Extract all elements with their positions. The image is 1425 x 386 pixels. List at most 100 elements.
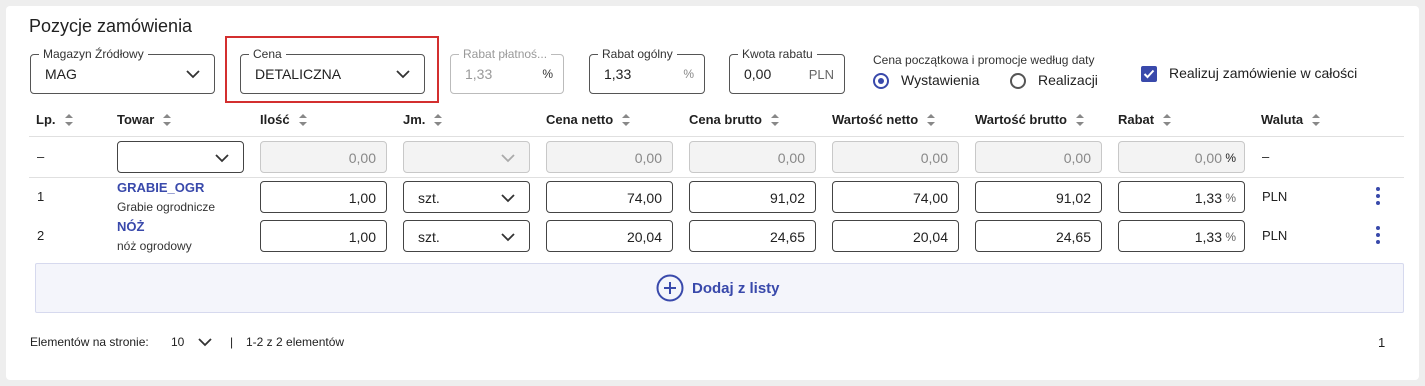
- net-price-input[interactable]: 74,00: [546, 181, 673, 213]
- row-lp: 1: [37, 189, 45, 204]
- product-name: nóż ogrodowy: [117, 239, 192, 253]
- date-group-label: Cena początkowa i promocje według daty: [873, 53, 1095, 67]
- realize-all-checkbox[interactable]: [1141, 66, 1157, 82]
- chevron-down-icon: [501, 194, 515, 203]
- discount-amount-field[interactable]: Kwota rabatu 0,00 PLN: [729, 47, 845, 94]
- net-value-input[interactable]: 74,00: [832, 181, 959, 213]
- new-discount-value: 0,00: [1194, 150, 1222, 166]
- col-header-rabat[interactable]: Rabat: [1118, 112, 1172, 127]
- col-header-label: Towar: [117, 112, 155, 127]
- discount-value: 1,33: [1194, 229, 1222, 245]
- currency: PLN: [1262, 189, 1288, 204]
- new-gross-price-input: 0,00: [689, 141, 816, 173]
- net-value-value: 74,00: [912, 190, 948, 206]
- add-from-list-label: Dodaj z listy: [692, 279, 780, 297]
- radio-realizacji[interactable]: [1010, 73, 1026, 89]
- col-header-towar[interactable]: Towar: [117, 112, 172, 127]
- net-price-value: 20,04: [626, 229, 662, 245]
- gross-value-input[interactable]: 24,65: [975, 220, 1102, 252]
- product-name: Grabie ogrodnicze: [117, 200, 216, 214]
- per-page-value: 10: [171, 335, 185, 349]
- product-select[interactable]: [117, 141, 244, 173]
- new-gross-value-value: 0,00: [1063, 150, 1091, 166]
- price-select[interactable]: Cena DETALICZNA: [240, 47, 425, 94]
- net-price-input[interactable]: 20,04: [546, 220, 673, 252]
- sort-icon: [434, 113, 443, 126]
- col-header-jm[interactable]: Jm.: [403, 112, 443, 127]
- price-label: Cena: [249, 47, 286, 61]
- col-header-cena-brutto[interactable]: Cena brutto: [689, 112, 780, 127]
- row-lp: 2: [37, 228, 45, 243]
- new-discount-suffix: %: [1225, 151, 1236, 165]
- new-gross-value-input: 0,00: [975, 141, 1102, 173]
- discount-amount-suffix: PLN: [808, 67, 834, 82]
- gross-value-value: 24,65: [1055, 229, 1091, 245]
- col-header-label: Cena netto: [546, 112, 614, 127]
- new-net-price-value: 0,00: [634, 150, 662, 166]
- divider: [29, 177, 1404, 178]
- sort-icon: [1163, 113, 1172, 126]
- radio-wystawienia[interactable]: [873, 73, 889, 89]
- order-items-card: Pozycje zamówienia Magazyn Źródłowy MAG …: [6, 6, 1419, 380]
- price-value: DETALICZNA: [255, 66, 342, 82]
- chevron-down-icon: [501, 233, 515, 242]
- sort-icon: [1075, 113, 1084, 126]
- sort-icon: [1312, 113, 1321, 126]
- radio-wystawienia-label: Wystawienia: [901, 72, 980, 88]
- discount-input[interactable]: 1,33%: [1118, 220, 1245, 252]
- product-code-link[interactable]: GRABIE_OGR: [117, 180, 204, 195]
- more-actions-icon[interactable]: [1376, 187, 1380, 208]
- per-page-select[interactable]: 10: [171, 335, 212, 349]
- general-discount-label: Rabat ogólny: [598, 47, 677, 61]
- payment-discount-suffix: %: [542, 67, 553, 81]
- col-header-lp[interactable]: Lp.: [36, 112, 74, 127]
- qty-input[interactable]: 1,00: [260, 220, 387, 252]
- col-header-wartosc-netto[interactable]: Wartość netto: [832, 112, 936, 127]
- pagination-range: 1-2 z 2 elementów: [246, 335, 345, 349]
- col-header-ilosc[interactable]: Ilość: [260, 112, 308, 127]
- gross-price-input[interactable]: 24,65: [689, 220, 816, 252]
- col-header-cena-netto[interactable]: Cena netto: [546, 112, 631, 127]
- gross-value-input[interactable]: 91,02: [975, 181, 1102, 213]
- general-discount-field[interactable]: Rabat ogólny 1,33 %: [589, 47, 705, 94]
- discount-suffix: %: [1225, 191, 1236, 205]
- payment-discount-value: 1,33: [465, 66, 493, 82]
- product-code-link[interactable]: NÓŻ: [117, 219, 144, 234]
- col-header-label: Jm.: [403, 112, 426, 127]
- net-value-input[interactable]: 20,04: [832, 220, 959, 252]
- new-row-lp: –: [37, 149, 45, 164]
- divider: [29, 136, 1404, 137]
- unit-value: szt.: [418, 229, 440, 245]
- sort-icon: [298, 113, 307, 126]
- chevron-down-icon: [198, 338, 212, 347]
- more-actions-icon[interactable]: [1376, 226, 1380, 247]
- gross-price-input[interactable]: 91,02: [689, 181, 816, 213]
- sort-icon: [927, 113, 936, 126]
- unit-select[interactable]: szt.: [403, 181, 530, 213]
- col-header-waluta[interactable]: Waluta: [1261, 112, 1321, 127]
- discount-input[interactable]: 1,33%: [1118, 181, 1245, 213]
- unit-value: szt.: [418, 190, 440, 206]
- gross-price-value: 91,02: [769, 190, 805, 206]
- net-value-value: 20,04: [912, 229, 948, 245]
- qty-value: 1,00: [348, 229, 376, 245]
- new-discount-input: 0,00%: [1118, 141, 1245, 173]
- section-title: Pozycje zamówienia: [29, 16, 193, 36]
- discount-value: 1,33: [1194, 190, 1222, 206]
- qty-input[interactable]: 1,00: [260, 181, 387, 213]
- add-from-list-button[interactable]: Dodaj z listy: [656, 274, 780, 302]
- chevron-down-icon: [396, 70, 410, 79]
- payment-discount-field: Rabat płatnoś... 1,33 %: [450, 47, 564, 94]
- col-header-label: Ilość: [260, 112, 290, 127]
- chevron-down-icon: [215, 154, 229, 163]
- col-header-label: Lp.: [36, 112, 56, 127]
- unit-select[interactable]: szt.: [403, 220, 530, 252]
- pagination-separator: |: [230, 335, 234, 349]
- col-header-wartosc-brutto[interactable]: Wartość brutto: [975, 112, 1085, 127]
- page-number[interactable]: 1: [1378, 335, 1385, 350]
- new-net-price-input: 0,00: [546, 141, 673, 173]
- discount-suffix: %: [1225, 230, 1236, 244]
- general-discount-value: 1,33: [604, 66, 632, 82]
- warehouse-select[interactable]: Magazyn Źródłowy MAG: [30, 47, 215, 94]
- new-row-currency: –: [1262, 149, 1270, 164]
